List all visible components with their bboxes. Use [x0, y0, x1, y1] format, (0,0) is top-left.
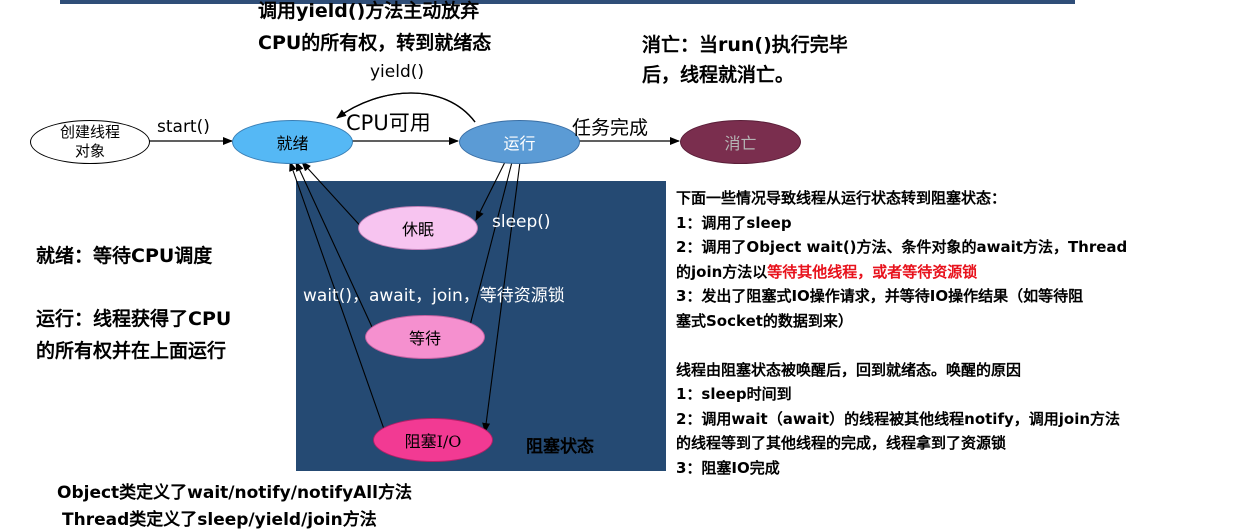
running-note-line1: 运行：线程获得了CPU — [36, 308, 232, 330]
blocking-reasons-panel: 下面一些情况导致线程从运行状态转到阻塞状态： 1：调用了sleep 2：调用了O… — [676, 186, 1244, 480]
create-node-line1: 创建线程 — [59, 123, 120, 141]
wake-item-2-line1: 2：调用wait（await）的线程被其他线程notify，调用join方法 — [676, 409, 1121, 428]
blocking-item-3-line1: 3：发出了阻塞式IO操作请求，并等待IO操作结果（如等待阻 — [676, 287, 1084, 305]
cpu-available-label: CPU可用 — [346, 111, 431, 135]
wake-item-3: 3：阻塞IO完成 — [676, 458, 780, 477]
start-label: start() — [157, 117, 210, 137]
running-node-label: 运行 — [503, 134, 536, 153]
state-ready: 就绪 — [232, 120, 353, 164]
blocking-item-3-line2: 塞式Socket的数据到来） — [676, 311, 853, 330]
wait-node-label: 等待 — [408, 329, 441, 348]
running-note-line2: 的所有权并在上面运行 — [36, 340, 227, 362]
create-node-line2: 对象 — [74, 142, 105, 160]
blocking-item-1: 1：调用了sleep — [676, 213, 792, 232]
wake-heading: 线程由阻塞状态被唤醒后，回到就绪态。唤醒的原因 — [676, 360, 1022, 379]
state-wait: 等待 — [365, 315, 485, 359]
panel-spacer — [676, 333, 1244, 358]
state-blocked-io: 阻塞I/O — [373, 418, 493, 462]
state-create-object: 创建线程 对象 — [30, 120, 150, 164]
blocked-state-label: 阻塞状态 — [526, 437, 594, 457]
sleep-call-label: sleep() — [492, 212, 551, 232]
thread-methods-note: Thread类定义了sleep/yield/join方法 — [62, 510, 377, 530]
blocking-item-2-line1: 2：调用了Object wait()方法、条件对象的await方法，Thread — [676, 238, 1128, 256]
blocking-item-2-highlight: 等待其他线程，或者等待资源锁 — [767, 262, 978, 281]
wait-group-label: wait()，await，join，等待资源锁 — [303, 286, 565, 306]
ready-node-label: 就绪 — [276, 134, 309, 153]
blocking-item-2-line2: 的join方法以等待其他线程，或者等待资源锁 — [676, 260, 1244, 285]
sleep-node-label: 休眠 — [401, 220, 434, 239]
blocking-item-2-prefix: 的join方法以 — [676, 262, 768, 281]
wake-item-1: 1：sleep时间到 — [676, 385, 792, 403]
yield-label: yield() — [370, 62, 425, 82]
ready-note: 就绪：等待CPU调度 — [36, 245, 213, 267]
object-methods-note: Object类定义了wait/notify/notifyAll方法 — [57, 483, 412, 503]
blocking-heading: 下面一些情况导致线程从运行状态转到阻塞状态： — [676, 189, 1007, 207]
dead-node-label: 消亡 — [724, 134, 757, 153]
blocked-io-node-label: 阻塞I/O — [404, 432, 462, 451]
state-running: 运行 — [459, 120, 580, 164]
state-sleep: 休眠 — [358, 206, 478, 250]
state-dead: 消亡 — [680, 120, 801, 164]
task-done-label: 任务完成 — [572, 117, 649, 139]
wake-item-2-line2: 的线程等到了其他线程的完成，线程拿到了资源锁 — [676, 434, 1007, 452]
